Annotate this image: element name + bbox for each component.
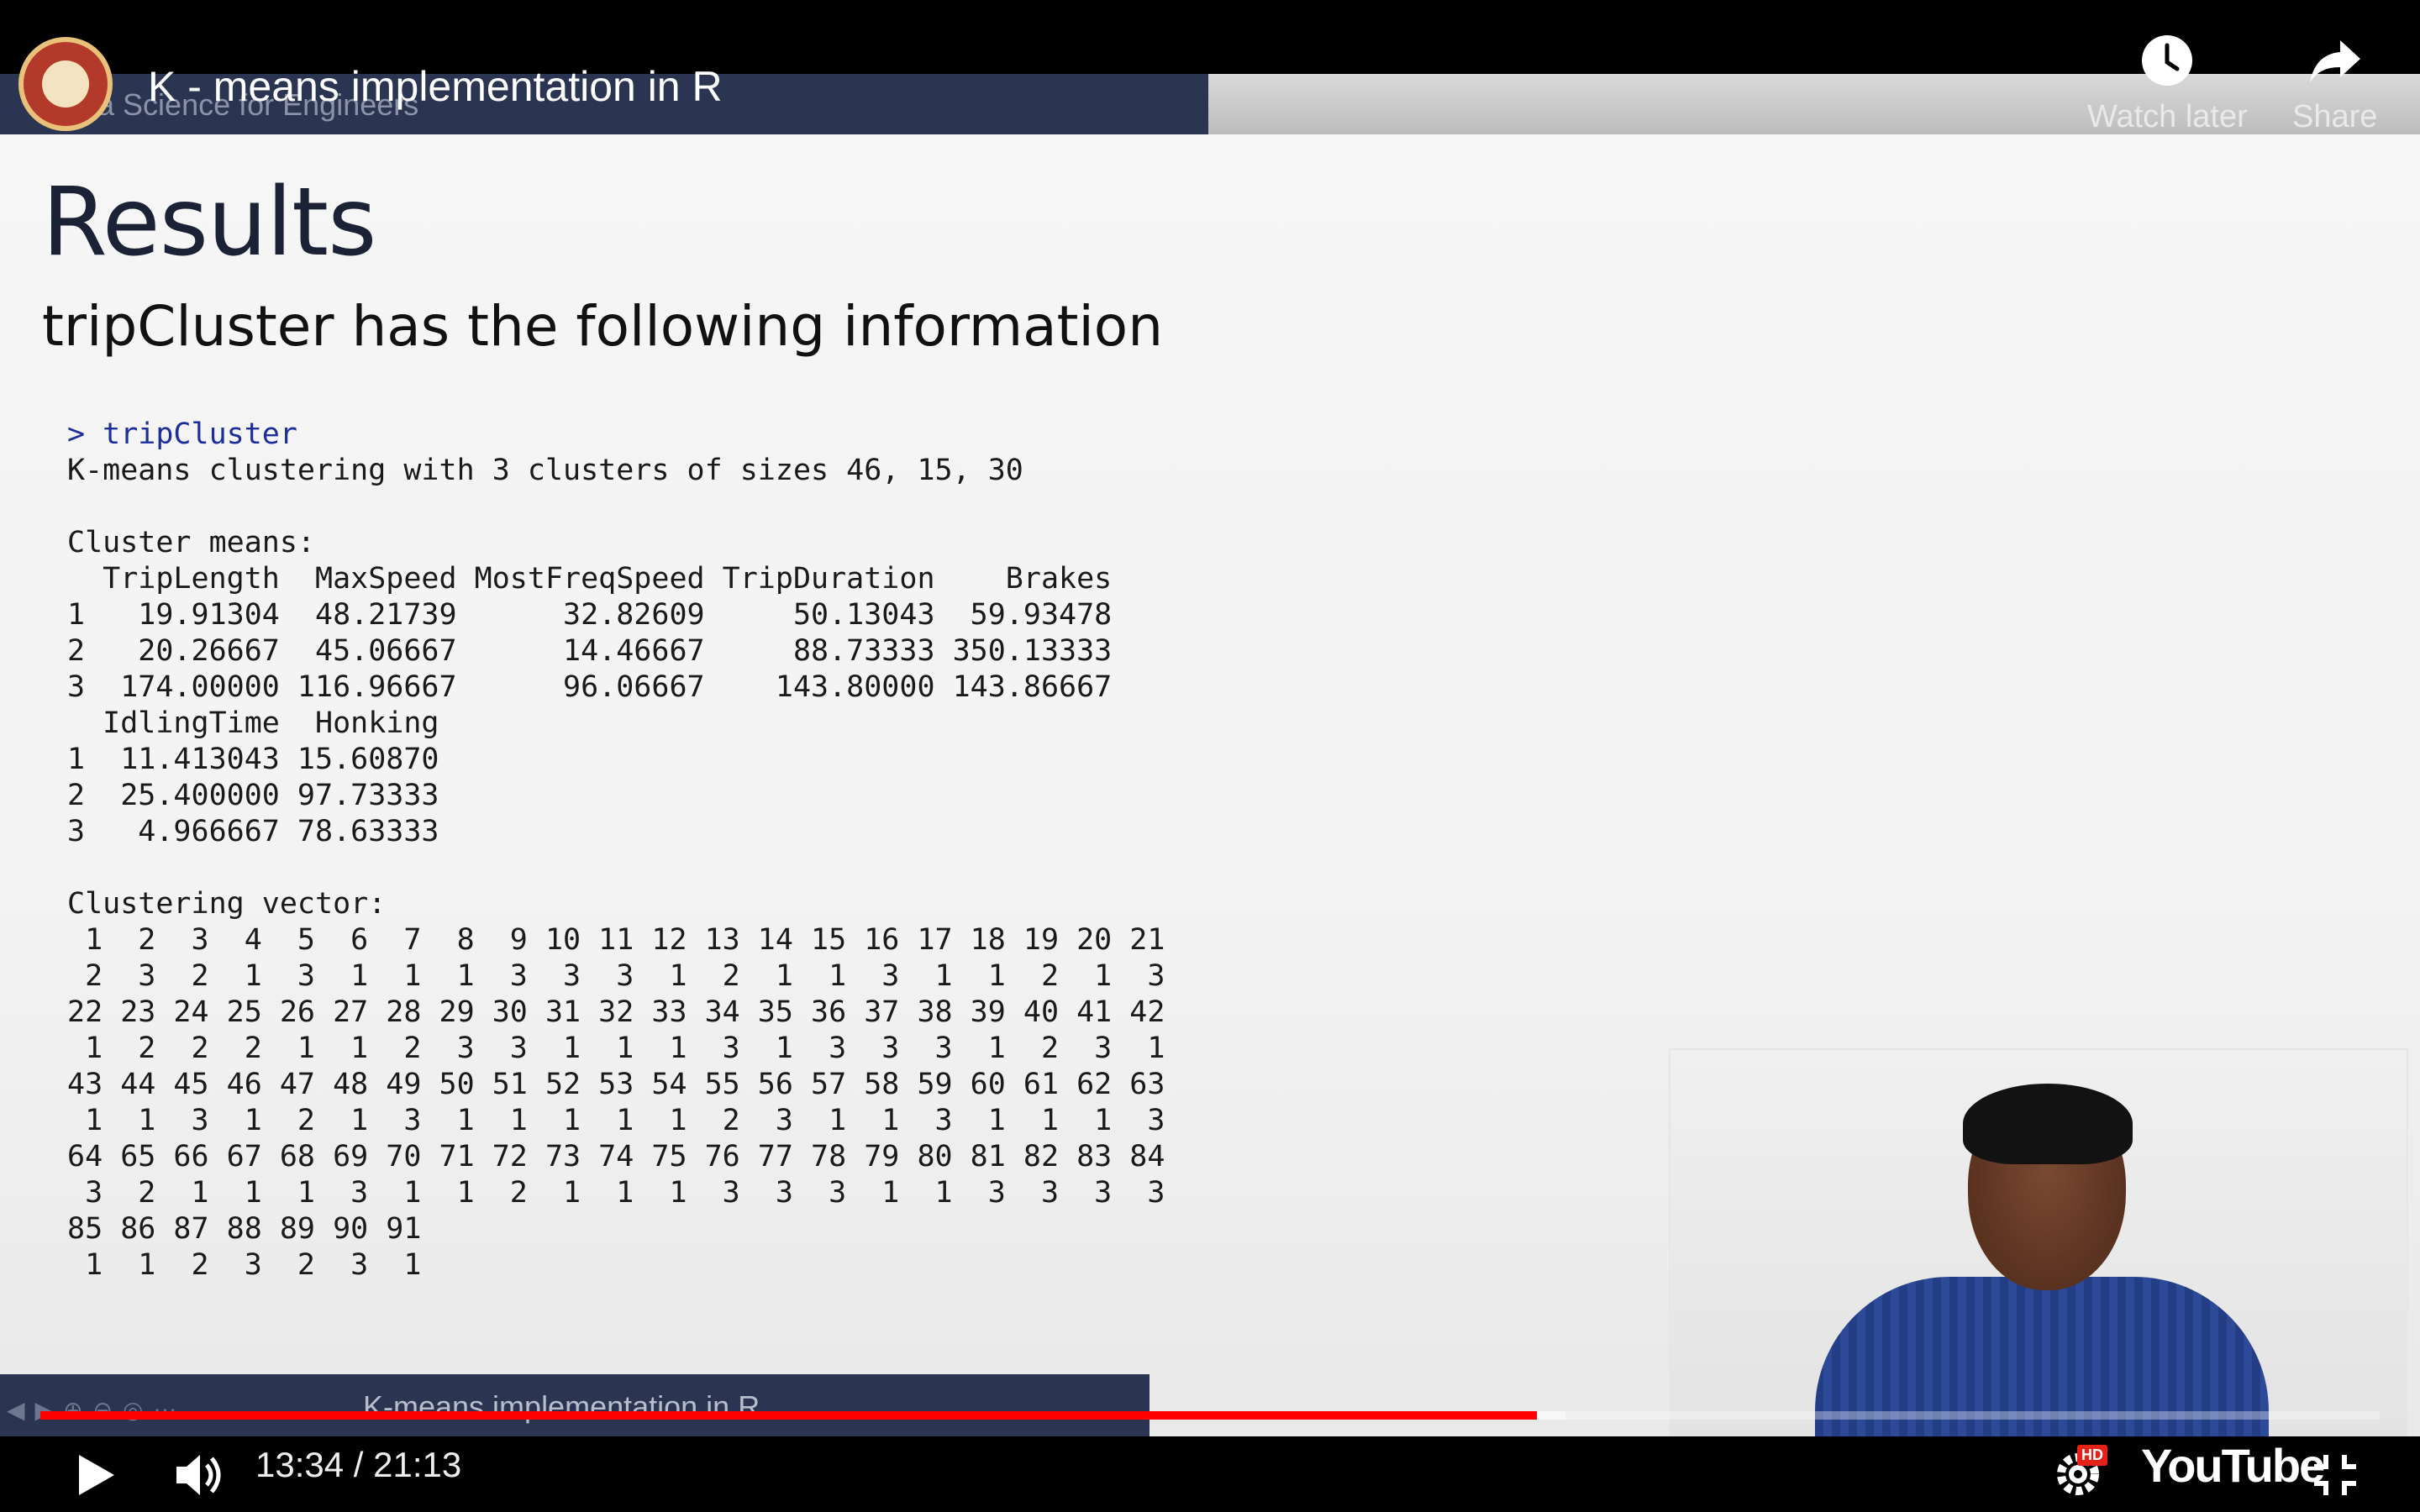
console-output-line: 3 4.966667 78.63333 <box>67 815 439 848</box>
progress-bar[interactable] <box>40 1411 2380 1420</box>
watch-later-label: Watch later <box>2087 99 2248 134</box>
console-output-line: TripLength MaxSpeed MostFreqSpeed TripDu… <box>67 562 1113 596</box>
console-output-line: 3 174.00000 116.96667 96.06667 143.80000… <box>67 670 1113 704</box>
watch-later-button[interactable]: Watch later <box>2087 34 2248 135</box>
console-output-line: 1 19.91304 48.21739 32.82609 50.13043 59… <box>67 598 1113 632</box>
share-arrow-icon <box>2309 40 2360 82</box>
r-console-output: > tripCluster K-means clustering with 3 c… <box>67 417 1165 1284</box>
console-output-line: Clustering vector: <box>67 887 387 921</box>
share-button[interactable]: Share <box>2292 34 2377 135</box>
exit-fullscreen-icon[interactable] <box>2312 1453 2358 1497</box>
console-output-line: 1 2 3 4 5 6 7 8 9 10 11 12 13 14 15 16 1… <box>67 923 1165 957</box>
hd-badge: HD <box>2077 1445 2107 1466</box>
console-output-line: 3 2 1 1 1 3 1 1 2 1 1 1 3 3 3 1 1 3 3 3 … <box>67 1176 1165 1210</box>
console-output-line: IdlingTime Honking <box>67 706 439 740</box>
presenter-hair <box>1963 1084 2133 1164</box>
console-output-line: 2 3 2 1 3 1 1 1 3 3 3 1 2 1 1 3 1 1 2 1 … <box>67 959 1165 993</box>
console-output-line <box>67 489 1165 525</box>
video-frame[interactable]: Data Science for Engineers Results tripC… <box>0 0 2420 1512</box>
console-output-line: K-means clustering with 3 clusters of si… <box>67 454 1023 487</box>
presenter-body <box>1815 1277 2269 1445</box>
console-output-line: 64 65 66 67 68 69 70 71 72 73 74 75 76 7… <box>67 1140 1165 1173</box>
console-output-line: 1 11.413043 15.60870 <box>67 743 439 776</box>
console-output-line: 85 86 87 88 89 90 91 <box>67 1212 422 1246</box>
slide-nav-icons: ◀▶⊕⊖◎⋯ <box>7 1397 187 1423</box>
channel-logo-icon[interactable] <box>18 37 113 131</box>
console-output-line: 1 1 3 1 2 1 3 1 1 1 1 1 2 3 1 1 3 1 1 1 … <box>67 1104 1165 1137</box>
progress-played <box>40 1411 1538 1420</box>
console-output-line: Cluster means: <box>67 526 316 559</box>
console-output-line <box>67 850 1165 886</box>
volume-icon[interactable] <box>173 1452 227 1499</box>
youtube-logo[interactable]: YouTube <box>2141 1438 2325 1493</box>
console-output-line: 43 44 45 46 47 48 49 50 51 52 53 54 55 5… <box>67 1068 1165 1101</box>
slide-subtitle: tripCluster has the following informatio… <box>42 294 1164 359</box>
play-icon[interactable] <box>77 1453 116 1497</box>
time-display: 13:34 / 21:13 <box>255 1445 462 1484</box>
console-output-line: 2 20.26667 45.06667 14.46667 88.73333 35… <box>67 634 1113 668</box>
console-output-line: 1 1 2 3 2 3 1 <box>67 1248 422 1282</box>
clock-icon <box>2142 35 2193 86</box>
player-controls: 13:34 / 21:13 HD YouTube <box>0 1436 2420 1512</box>
console-output-line: 1 2 2 2 1 1 2 3 3 1 1 1 3 1 3 3 3 1 2 3 … <box>67 1032 1165 1065</box>
video-title[interactable]: K - means implementation in R <box>148 62 723 111</box>
share-label: Share <box>2292 99 2378 134</box>
slide-title: Results <box>42 168 376 277</box>
console-output-line: 22 23 24 25 26 27 28 29 30 31 32 33 34 3… <box>67 995 1165 1029</box>
console-output-line: 2 25.400000 97.73333 <box>67 779 439 812</box>
console-command-line: > tripCluster <box>67 417 297 451</box>
